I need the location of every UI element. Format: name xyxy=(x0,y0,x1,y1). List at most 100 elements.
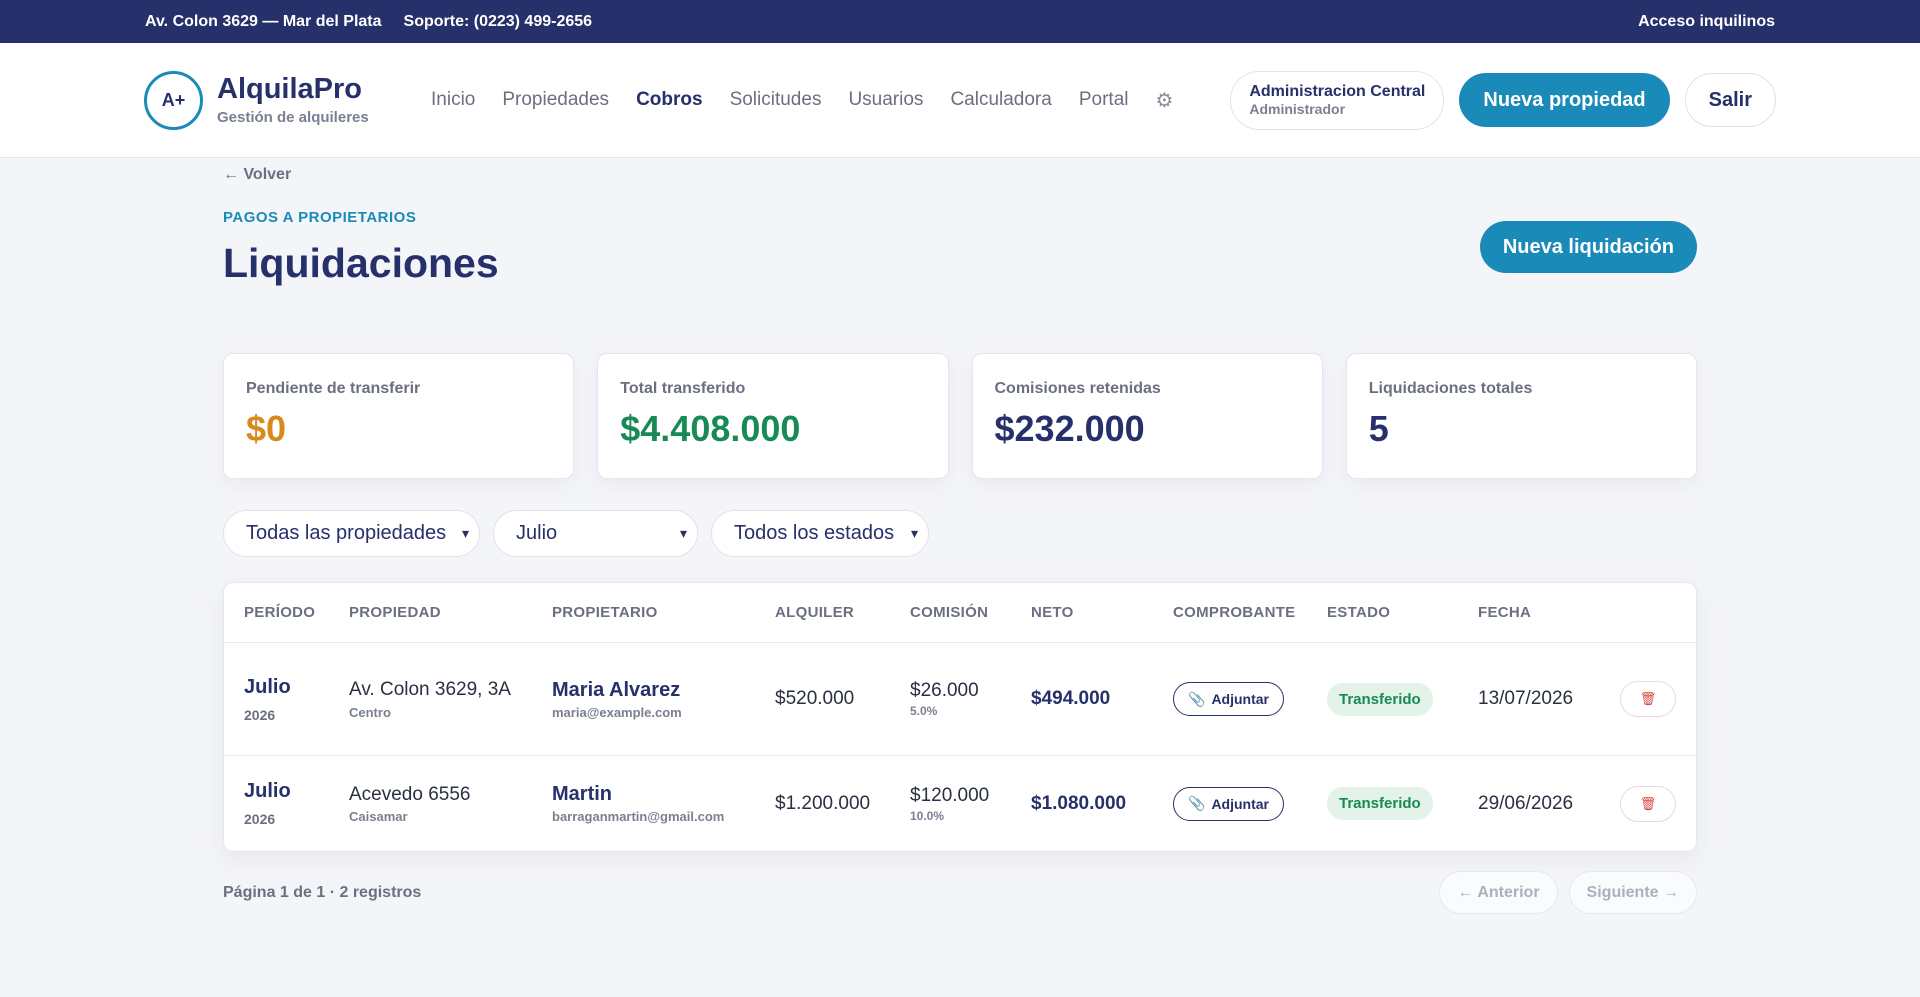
period-month: Julio xyxy=(244,675,291,698)
status-badge: Transferido xyxy=(1327,787,1433,820)
stats-row: Pendiente de transferir $0 Total transfe… xyxy=(223,353,1697,479)
col-rent: ALQUILER xyxy=(775,604,855,621)
nav-cobros[interactable]: Cobros xyxy=(636,89,703,111)
commission-percent: 10.0% xyxy=(910,808,945,823)
col-owner: PROPIETARIO xyxy=(552,604,658,621)
nav-usuarios[interactable]: Usuarios xyxy=(848,89,923,111)
page-eyebrow: PAGOS A PROPIETARIOS xyxy=(223,209,417,226)
property-filter-select[interactable]: Todas las propiedades ▾ xyxy=(223,510,480,557)
new-property-button[interactable]: Nueva propiedad xyxy=(1459,73,1670,127)
nav-calculadora[interactable]: Calculadora xyxy=(950,89,1051,111)
filters-row: Todas las propiedades ▾ Julio ▾ Todos lo… xyxy=(223,510,1697,557)
owner-email: barraganmartin@gmail.com xyxy=(552,809,725,824)
attach-receipt-button[interactable]: 📎 Adjuntar xyxy=(1173,682,1284,716)
nav-solicitudes[interactable]: Solicitudes xyxy=(730,89,822,111)
col-net: NETO xyxy=(1031,604,1074,621)
month-filter-select[interactable]: Julio ▾ xyxy=(493,510,698,557)
stat-value: $0 xyxy=(246,408,287,449)
back-link[interactable]: ← Volver xyxy=(223,166,291,184)
col-receipt: COMPROBANTE xyxy=(1173,604,1296,621)
new-settlement-button[interactable]: Nueva liquidación xyxy=(1479,221,1697,273)
col-commission: COMISIÓN xyxy=(910,604,989,621)
settlements-table: PERÍODO PROPIEDAD PROPIETARIO ALQUILER C… xyxy=(223,582,1697,852)
settlement-date: 13/07/2026 xyxy=(1478,688,1574,709)
col-property: PROPIEDAD xyxy=(349,604,441,621)
col-status: ESTADO xyxy=(1327,604,1391,621)
prev-page-button[interactable]: ← Anterior xyxy=(1439,871,1558,914)
stat-value: $4.408.000 xyxy=(620,408,801,449)
stat-value: 5 xyxy=(1368,408,1389,449)
rent-amount: $1.200.000 xyxy=(775,792,871,814)
stat-label: Pendiente de transferir xyxy=(246,380,421,397)
support-text: Soporte: (0223) 499-2656 xyxy=(403,12,593,30)
main-header: A+ AlquilaPro Gestión de alquileres Inic… xyxy=(0,43,1920,158)
net-amount: $1.080.000 xyxy=(1031,792,1127,814)
period-month: Julio xyxy=(244,780,291,802)
chevron-down-icon: ▾ xyxy=(679,525,687,541)
delete-button[interactable]: 🗑 xyxy=(1620,681,1676,717)
nav-propiedades[interactable]: Propiedades xyxy=(502,89,609,111)
tenant-access-link[interactable]: Acceso inquilinos xyxy=(1638,13,1775,31)
stat-card-total: Liquidaciones totales 5 xyxy=(1345,353,1697,479)
top-info-bar: Av. Colon 3629 — Mar del Plata Soporte: … xyxy=(0,0,1920,43)
commission-percent: 5.0% xyxy=(910,704,938,718)
attach-receipt-button[interactable]: 📎 Adjuntar xyxy=(1173,786,1284,821)
user-role: Administrador xyxy=(1249,101,1346,117)
delete-button[interactable]: 🗑 xyxy=(1620,785,1676,822)
property-address: Av. Colon 3629, 3A xyxy=(349,679,511,701)
paperclip-icon: 📎 xyxy=(1188,690,1206,707)
chevron-down-icon: ▾ xyxy=(461,525,469,541)
brand-subtitle: Gestión de alquileres xyxy=(217,108,369,126)
property-address: Acevedo 6556 xyxy=(349,783,471,805)
next-page-button[interactable]: Siguiente → xyxy=(1568,871,1697,914)
owner-email: maria@example.com xyxy=(552,704,682,720)
page-title: Liquidaciones xyxy=(223,240,499,286)
logout-button[interactable]: Salir xyxy=(1684,73,1776,127)
table-header-row: PERÍODO PROPIEDAD PROPIETARIO ALQUILER C… xyxy=(224,583,1696,643)
col-date: FECHA xyxy=(1478,604,1532,621)
stat-value: $232.000 xyxy=(994,408,1145,449)
owner-name: Martin xyxy=(552,783,612,805)
rent-amount: $520.000 xyxy=(775,688,855,709)
stat-label: Liquidaciones totales xyxy=(1368,380,1533,397)
pagination-info: Página 1 de 1 · 2 registros xyxy=(223,883,422,901)
status-filter-select[interactable]: Todos los estados ▾ xyxy=(711,510,929,557)
period-year: 2026 xyxy=(244,811,276,827)
attach-label: Adjuntar xyxy=(1211,691,1269,707)
status-filter-value: Todos los estados xyxy=(734,522,895,544)
gear-icon[interactable]: ⚙ xyxy=(1155,88,1173,113)
owner-name: Maria Alvarez xyxy=(552,678,681,701)
main-nav: Inicio Propiedades Cobros Solicitudes Us… xyxy=(431,88,1173,113)
user-chip[interactable]: Administracion Central Administrador xyxy=(1230,70,1445,130)
period-year: 2026 xyxy=(244,706,276,723)
stat-label: Total transferido xyxy=(620,380,746,397)
brand[interactable]: A+ AlquilaPro Gestión de alquileres xyxy=(144,70,431,130)
paperclip-icon: 📎 xyxy=(1188,795,1206,811)
nav-portal[interactable]: Portal xyxy=(1079,89,1129,111)
table-row[interactable]: Julio 2026 Av. Colon 3629, 3A Centro Mar… xyxy=(224,643,1696,756)
address-text: Av. Colon 3629 — Mar del Plata xyxy=(145,12,382,30)
commission-amount: $120.000 xyxy=(910,784,990,806)
stat-card-transferred: Total transferido $4.408.000 xyxy=(597,353,949,479)
commission-amount: $26.000 xyxy=(910,680,979,701)
property-filter-value: Todas las propiedades xyxy=(246,522,447,544)
trash-icon: 🗑 xyxy=(1639,691,1657,706)
stat-card-commissions: Comisiones retenidas $232.000 xyxy=(971,353,1323,479)
property-zone: Centro xyxy=(349,704,391,720)
net-amount: $494.000 xyxy=(1031,688,1111,709)
stat-label: Comisiones retenidas xyxy=(994,380,1161,397)
status-badge: Transferido xyxy=(1327,682,1433,716)
attach-label: Adjuntar xyxy=(1211,795,1269,812)
settlement-date: 29/06/2026 xyxy=(1478,792,1574,814)
month-filter-value: Julio xyxy=(516,522,558,544)
pagination: Página 1 de 1 · 2 registros ← Anterior S… xyxy=(223,871,1697,914)
brand-name: AlquilaPro xyxy=(217,73,363,106)
chevron-down-icon: ▾ xyxy=(910,525,918,541)
logo: A+ xyxy=(144,70,203,130)
user-name: Administracion Central xyxy=(1249,83,1426,100)
table-row[interactable]: Julio 2026 Acevedo 6556 Caisamar Martin … xyxy=(224,756,1696,851)
trash-icon: 🗑 xyxy=(1639,795,1657,811)
main-content: ← Volver PAGOS A PROPIETARIOS Liquidacio… xyxy=(0,158,1920,914)
stat-card-pending: Pendiente de transferir $0 xyxy=(223,353,575,479)
nav-inicio[interactable]: Inicio xyxy=(431,89,475,111)
